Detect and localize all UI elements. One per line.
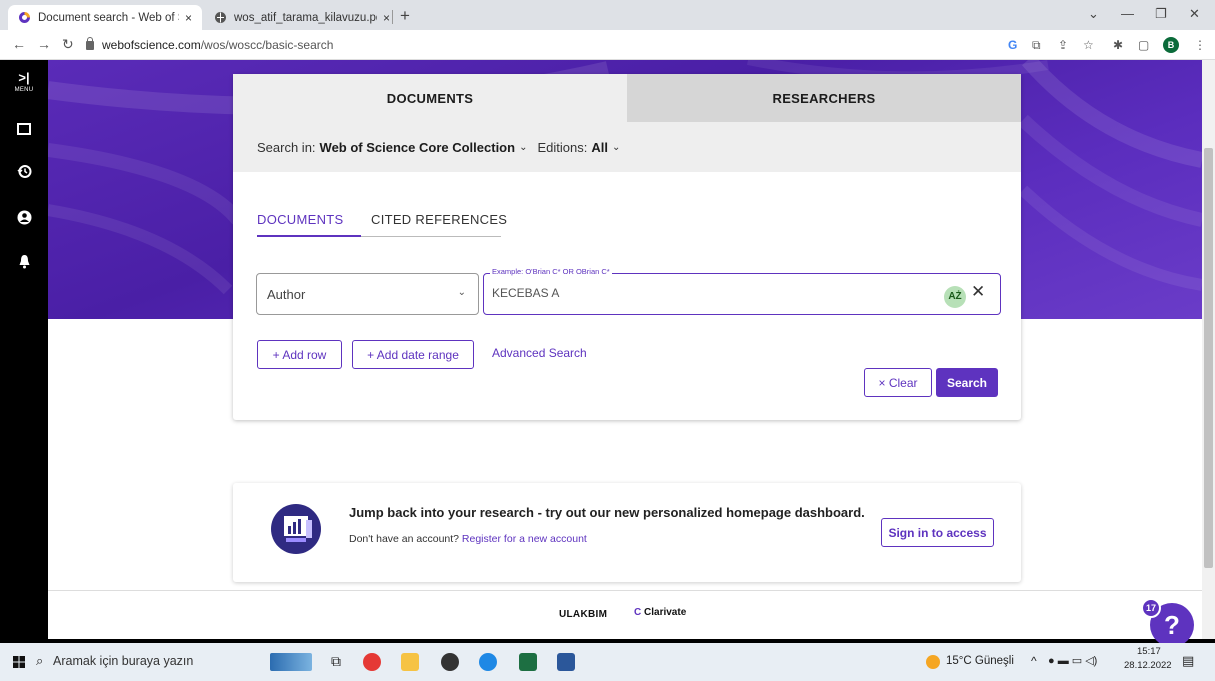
notifications-icon[interactable]: ▤	[1182, 653, 1194, 669]
address-bar: ← → ↻ webofscience.com/wos/woscc/basic-s…	[0, 30, 1215, 60]
minimize-icon[interactable]: —	[1121, 6, 1134, 21]
excel-icon[interactable]	[519, 653, 537, 671]
sign-in-button[interactable]: Sign in to access	[881, 518, 994, 547]
account-icon[interactable]	[0, 210, 48, 230]
task-view-icon[interactable]: ⧉	[331, 653, 341, 670]
tab-search-icon[interactable]: ⌄	[1088, 6, 1099, 22]
author-index-badge[interactable]: AŻ	[944, 286, 966, 308]
side-panel-icon[interactable]: ▢	[1138, 38, 1149, 52]
chevron-down-icon[interactable]: ⌄	[519, 142, 527, 153]
profile-avatar[interactable]: B	[1163, 37, 1179, 53]
clarivate-wordmark: Clarivate	[644, 607, 687, 618]
menu-label[interactable]: MENU	[0, 87, 48, 93]
add-date-range-button[interactable]: + Add date range	[352, 340, 474, 369]
subtab-cited-references[interactable]: CITED REFERENCES	[371, 212, 507, 227]
search-highlight-icon[interactable]	[270, 653, 312, 671]
google-icon[interactable]: G	[1008, 38, 1017, 52]
editions-select[interactable]: All	[591, 140, 608, 155]
tab-title: wos_atif_tarama_kilavuzu.pdf	[234, 11, 377, 24]
url-host: webofscience.com	[102, 38, 201, 52]
clarivate-favicon-icon	[19, 12, 30, 23]
collection-select[interactable]: Web of Science Core Collection	[320, 140, 516, 155]
clarivate-mark-icon: C	[634, 607, 642, 618]
search-icon[interactable]: ⌕	[36, 653, 43, 669]
no-account-text: Don't have an account?	[349, 533, 459, 545]
close-window-icon[interactable]: ✕	[1189, 6, 1200, 22]
query-example-label: Example: O'Brian C* OR OBrian C*	[490, 267, 612, 276]
browser-menu-icon[interactable]: ⋮	[1194, 38, 1206, 52]
globe-icon	[215, 12, 226, 23]
translate-icon[interactable]: ⧉	[1032, 38, 1041, 53]
media-player-icon[interactable]	[441, 653, 459, 671]
weather-text[interactable]: 15°C Güneşli	[946, 655, 1014, 667]
search-button[interactable]: Search	[936, 368, 998, 397]
search-query-input[interactable]	[483, 273, 1001, 315]
chevron-down-icon: ⌄	[457, 287, 466, 298]
close-tab-icon[interactable]: ×	[383, 11, 390, 25]
history-icon[interactable]	[0, 164, 48, 184]
bookmark-star-icon[interactable]: ☆	[1083, 38, 1094, 52]
tab-title: Document search - Web of Scien	[38, 11, 179, 24]
clarivate-logo[interactable]: C Clarivate	[634, 607, 686, 618]
clock-time[interactable]: 15:17	[1137, 646, 1161, 657]
edge-icon[interactable]	[479, 653, 497, 671]
windows-taskbar: ⌕ Aramak için buraya yazın ⧉ 15°C Güneşl…	[0, 643, 1215, 681]
search-field-select[interactable]: Author ⌄	[256, 273, 479, 315]
query-value[interactable]: KECEBAS A	[492, 286, 559, 300]
help-notification-badge: 17	[1141, 598, 1161, 618]
url-field[interactable]: webofscience.com/wos/woscc/basic-search	[86, 34, 986, 56]
register-link[interactable]: Register for a new account	[462, 533, 587, 545]
search-in-bar: Search in: Web of Science Core Collectio…	[233, 122, 1021, 172]
forward-icon[interactable]: →	[37, 36, 51, 52]
tray-chevron-icon[interactable]: ^	[1031, 654, 1037, 668]
dashboard-illustration-icon	[271, 504, 321, 554]
new-tab-button[interactable]: +	[400, 6, 410, 26]
clear-query-icon[interactable]: ✕	[971, 282, 985, 302]
add-row-button[interactable]: + Add row	[257, 340, 342, 369]
search-card: DOCUMENTS RESEARCHERS Search in: Web of …	[233, 74, 1021, 420]
tab-separator	[392, 10, 393, 24]
folder-icon[interactable]	[0, 122, 48, 140]
search-in-label: Search in:	[257, 139, 316, 155]
clear-button[interactable]: × Clear	[864, 368, 932, 397]
ulakbim-logo[interactable]: ULAKBIM	[559, 609, 607, 620]
subtab-active-indicator	[257, 235, 361, 237]
browser-tab-strip: Document search - Web of Scien × wos_ati…	[0, 0, 1215, 30]
chevron-down-icon[interactable]: ⌄	[612, 142, 620, 153]
tab-pdf[interactable]: wos_atif_tarama_kilavuzu.pdf ×	[204, 5, 400, 30]
subtab-documents[interactable]: DOCUMENTS	[257, 212, 343, 227]
scrollbar-thumb[interactable]	[1204, 148, 1213, 568]
back-icon[interactable]: ←	[12, 36, 26, 52]
taskbar-search-input[interactable]: Aramak için buraya yazın	[53, 654, 193, 668]
advanced-search-link[interactable]: Advanced Search	[492, 346, 587, 360]
weather-sun-icon[interactable]	[926, 655, 940, 669]
lock-icon	[86, 36, 94, 50]
tab-documents[interactable]: DOCUMENTS	[233, 74, 627, 122]
bell-icon[interactable]	[0, 254, 48, 274]
url-path: /wos/woscc/basic-search	[200, 38, 334, 52]
menu-expand-icon[interactable]: >|	[0, 70, 48, 85]
windows-start-icon[interactable]	[13, 656, 25, 668]
search-field-value: Author	[267, 286, 306, 302]
footer-divider	[48, 590, 1202, 591]
tab-researchers[interactable]: RESEARCHERS	[627, 74, 1021, 122]
word-icon[interactable]	[557, 653, 575, 671]
clock-date[interactable]: 28.12.2022	[1124, 660, 1172, 671]
close-tab-icon[interactable]: ×	[185, 11, 192, 25]
tray-icons[interactable]: ● ▬ ▭ ◁)	[1048, 654, 1097, 667]
restore-icon[interactable]: ❐	[1155, 6, 1167, 22]
extensions-icon[interactable]: ✱	[1113, 38, 1123, 52]
promo-subtitle: Don't have an account? Register for a ne…	[349, 533, 587, 545]
share-icon[interactable]: ⇪	[1058, 38, 1068, 52]
dashboard-promo-card: Jump back into your research - try out o…	[233, 483, 1021, 582]
editions-label: Editions:	[537, 139, 588, 155]
chrome-icon[interactable]	[363, 653, 381, 671]
promo-title: Jump back into your research - try out o…	[349, 505, 865, 520]
tab-document-search[interactable]: Document search - Web of Scien ×	[8, 5, 202, 30]
reload-icon[interactable]: ↻	[62, 36, 74, 53]
left-rail: >| MENU	[0, 60, 48, 639]
file-explorer-icon[interactable]	[401, 653, 419, 671]
